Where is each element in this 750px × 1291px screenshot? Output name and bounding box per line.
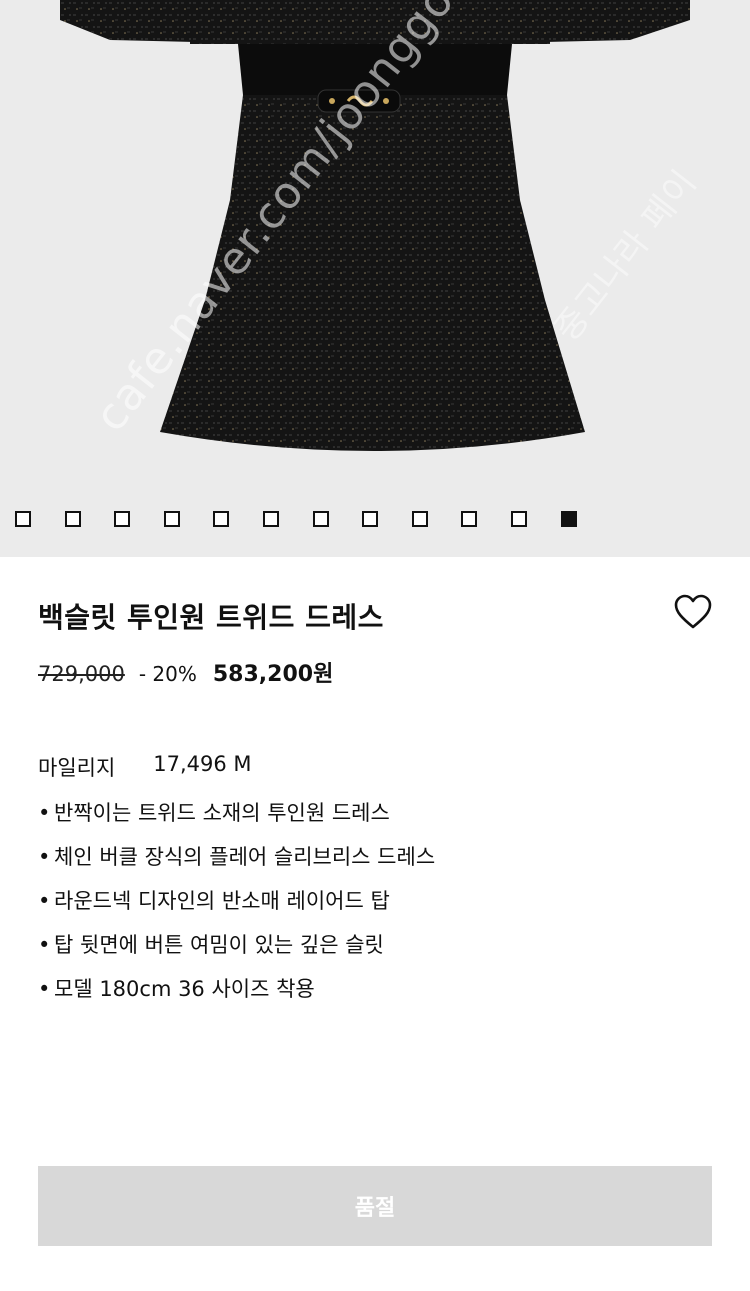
image-pagination	[15, 511, 610, 527]
pagination-dot[interactable]	[15, 511, 31, 527]
heart-outline-icon	[674, 594, 712, 629]
bullet: •	[38, 977, 51, 1001]
list-item: • 라운드넥 디자인의 반소매 레이어드 탑	[38, 884, 435, 928]
pagination-dot[interactable]	[262, 511, 279, 527]
pagination-dot[interactable]	[362, 511, 379, 527]
sale-price: 583,200원	[212, 662, 334, 687]
pagination-dot[interactable]	[411, 511, 428, 527]
feature-list: • 반짝이는 트위드 소재의 투인원 드레스 • 체인 버클 장식의 플레어 슬리브…	[38, 796, 435, 1016]
bullet: •	[38, 933, 51, 957]
bullet: •	[38, 801, 51, 825]
list-item: • 반짝이는 트위드 소재의 투인원 드레스	[38, 796, 435, 840]
original-price: 729,000	[38, 662, 125, 686]
list-item: • 모델 180cm 36 사이즈 착용	[38, 972, 435, 1016]
pagination-dot[interactable]	[64, 511, 81, 527]
pagination-dot[interactable]	[510, 511, 527, 527]
product-image[interactable]: cafe.naver.com/joonggonara 중고나라 페이	[0, 0, 750, 557]
pagination-dot[interactable]	[114, 511, 131, 527]
price-row: 729,000 - 20% 583,200원	[38, 656, 333, 688]
pagination-dot[interactable]	[163, 511, 180, 527]
list-item: • 체인 버클 장식의 플레어 슬리브리스 드레스	[38, 840, 435, 884]
pagination-dot[interactable]	[461, 511, 478, 527]
soldout-button[interactable]: 품절	[38, 1166, 712, 1246]
product-title: 백슬릿 투인원 트위드 드레스	[38, 601, 384, 634]
pagination-dot-active[interactable]	[560, 511, 577, 527]
mileage-value: 17,496 M	[153, 752, 252, 776]
mileage-row: 마일리지 17,496 M	[38, 752, 252, 782]
mileage-label: 마일리지	[38, 756, 116, 780]
wishlist-button[interactable]	[674, 594, 712, 630]
pagination-dot[interactable]	[213, 511, 230, 527]
discount-rate: - 20%	[138, 662, 197, 686]
bullet: •	[38, 845, 51, 869]
pagination-dot[interactable]	[312, 511, 329, 527]
bullet: •	[38, 889, 51, 913]
list-item: • 탑 뒷면에 버튼 여밈이 있는 깊은 슬릿	[38, 928, 435, 972]
